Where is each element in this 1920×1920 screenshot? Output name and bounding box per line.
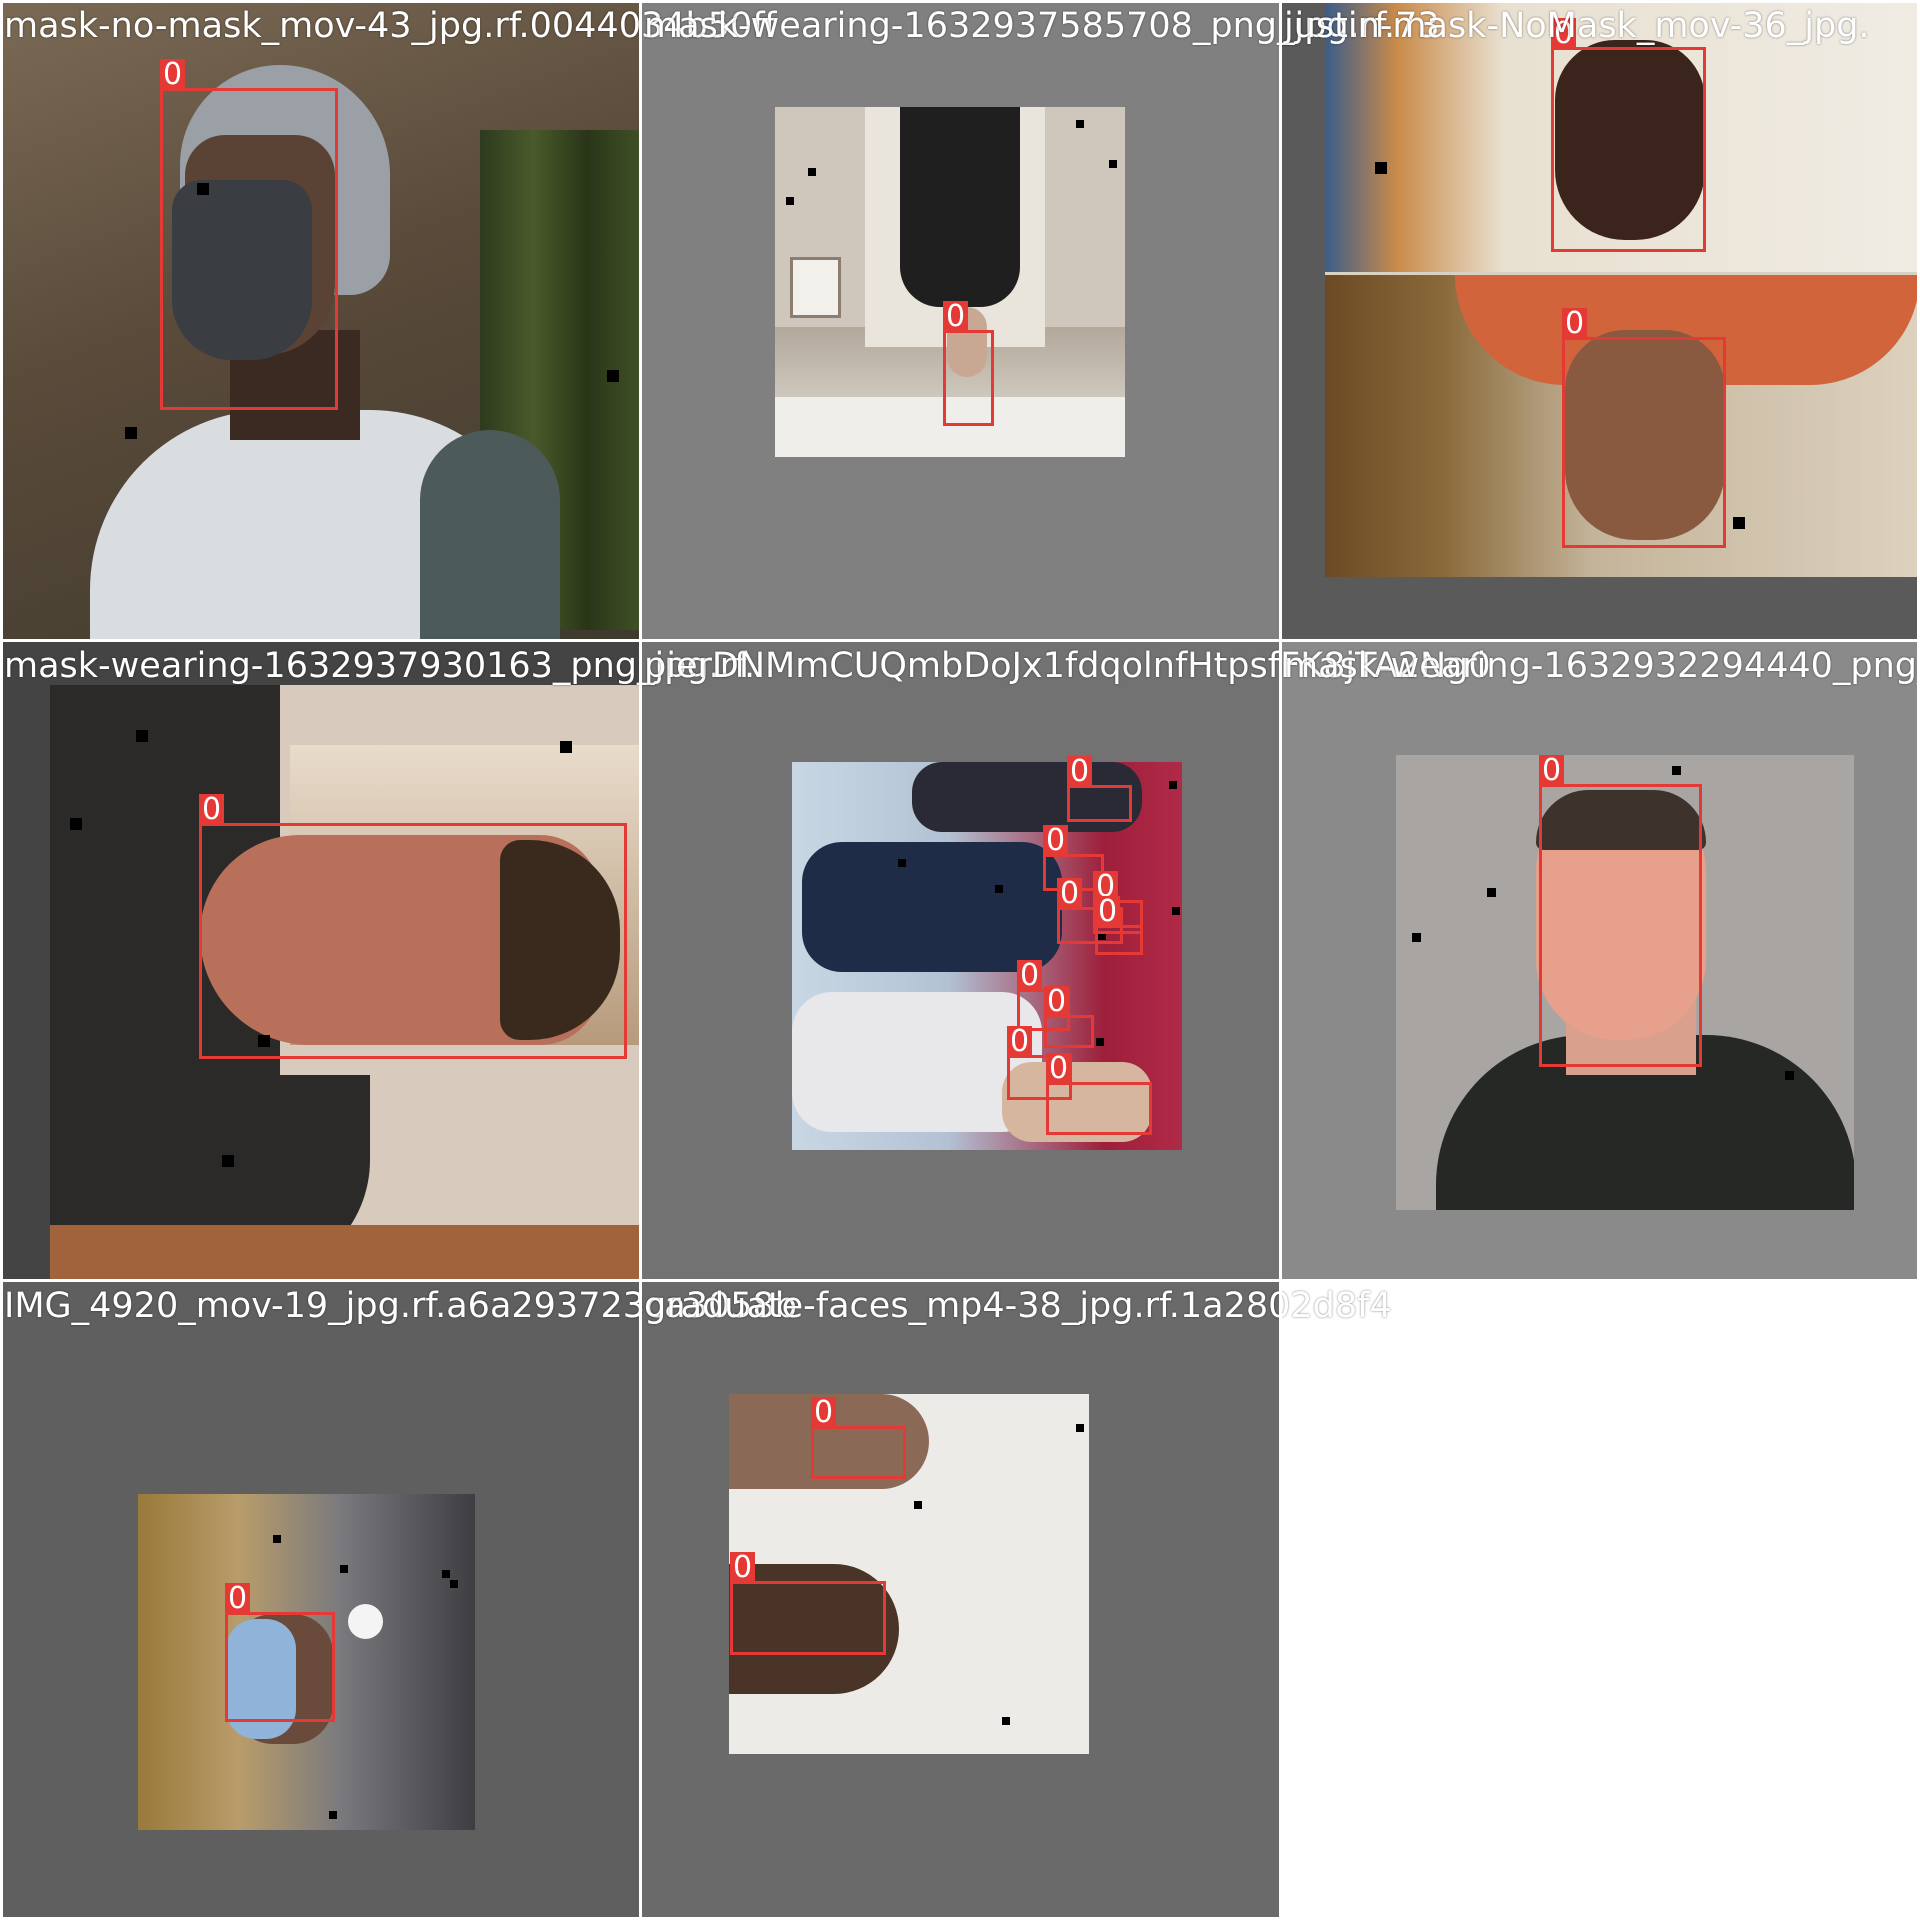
tile-6-speck [1672, 766, 1681, 775]
tile-4-speck [222, 1155, 234, 1167]
tile-6-title: mask-wearing-1632932294440_png_j [1284, 646, 1920, 686]
tile-2-frame [790, 257, 841, 318]
tile-3-bbox-1: 0 [1551, 18, 1706, 252]
tile-4-title: mask-wearing-1632937930163_png_jpg.rf. [4, 646, 756, 686]
mosaic-grid: 0 mask-no-mask_mov-43_jpg.rf.0044034b50f… [0, 0, 1920, 1920]
tile-7-speck [329, 1811, 337, 1819]
tile-1-sleeve [420, 430, 560, 640]
tile-8-bbox-1: 0 [811, 1397, 906, 1479]
tile-5-bbox-7: 0 [1044, 986, 1094, 1048]
bbox-class-label: 0 [1044, 986, 1070, 1018]
tile-7-speck [340, 1565, 348, 1573]
grid-divider [0, 639, 1920, 642]
tile-8-bbox-2: 0 [730, 1552, 886, 1655]
tile-7-light [348, 1604, 383, 1639]
tile-empty [1280, 1280, 1920, 1920]
bbox-class-label: 0 [199, 794, 225, 826]
tile-2-speck [1109, 160, 1117, 168]
tile-2: 0 mask-wearing-1632937585708_png_jpg.rf.… [640, 0, 1440, 640]
tile-3-speck [1733, 517, 1745, 529]
tile-5-speck [1169, 781, 1177, 789]
tile-1-speck [125, 427, 137, 439]
tile-5-bbox-1: 0 [1067, 756, 1132, 822]
grid-divider [639, 0, 642, 1920]
tile-7-speck [450, 1580, 458, 1588]
tile-2-bbox-1: 0 [943, 301, 994, 426]
grid-divider [0, 0, 3, 1920]
tile-4: 0 mask-wearing-1632937930163_png_jpg.rf. [0, 640, 755, 1280]
tile-3-title: justin-mask-NoMask_mov-36_jpg. [1284, 6, 1870, 46]
bbox-class-label: 0 [1095, 896, 1121, 928]
bbox-class-label: 0 [730, 1552, 756, 1584]
tile-5-bbox-5: 0 [1095, 896, 1143, 955]
bbox-class-label: 0 [811, 1397, 837, 1429]
tile-3: 0 0 justin-mask-NoMask_mov-36_jpg. [1280, 0, 1920, 640]
grid-divider [1279, 0, 1282, 1920]
bbox-class-label: 0 [1067, 756, 1093, 788]
bbox-class-label: 0 [1043, 825, 1069, 857]
tile-6-speck [1412, 933, 1421, 942]
tile-8-speck [1076, 1424, 1084, 1432]
tile-5: 0 0 0 0 0 0 0 0 0 pierDNMmCUQmbDoJx1fdqo… [640, 640, 1491, 1280]
bbox-class-label: 0 [1057, 878, 1083, 910]
tile-6: 0 mask-wearing-1632932294440_png_j [1280, 640, 1920, 1280]
tile-6-speck [1487, 888, 1496, 897]
tile-7-speck [442, 1570, 450, 1578]
bbox-class-label: 0 [1046, 1053, 1072, 1085]
tile-3-speck [1375, 162, 1387, 174]
tile-1-bbox-1: 0 [160, 59, 338, 410]
tile-4-speck [70, 818, 82, 830]
tile-5-speck [898, 859, 906, 867]
tile-2-speck [1076, 120, 1084, 128]
tile-4-bbox-1: 0 [199, 794, 627, 1059]
grid-divider [0, 1279, 1920, 1282]
tile-2-person-body [900, 107, 1020, 307]
bbox-class-label: 0 [160, 59, 186, 91]
tile-3-bbox-2: 0 [1562, 308, 1726, 548]
tile-5-bbox-9: 0 [1046, 1053, 1152, 1135]
tile-5-speck [1172, 907, 1180, 915]
tile-6-speck [1785, 1071, 1794, 1080]
tile-8-image [729, 1394, 1089, 1754]
tile-5-crowd-1 [802, 842, 1062, 972]
bbox-class-label: 0 [943, 301, 969, 333]
bbox-class-label: 0 [1017, 960, 1043, 992]
tile-8-speck [1002, 1717, 1010, 1725]
bbox-class-label: 0 [225, 1583, 251, 1615]
tile-1-speck [607, 370, 619, 382]
tile-7: 0 IMG_4920_mov-19_jpg.rf.a6a293723ca3058… [0, 1280, 797, 1920]
bbox-class-label: 0 [1007, 1026, 1033, 1058]
bbox-class-label: 0 [1539, 755, 1565, 787]
tile-4-floor [50, 1225, 640, 1280]
tile-5-speck [995, 885, 1003, 893]
tile-1: 0 mask-no-mask_mov-43_jpg.rf.0044034b50f… [0, 0, 776, 640]
tile-5-speck [1096, 1038, 1104, 1046]
tile-2-speck [808, 168, 816, 176]
grid-divider [0, 0, 1920, 3]
tile-8-speck [914, 1501, 922, 1509]
tile-2-speck [786, 197, 794, 205]
tile-4-speck [560, 741, 572, 753]
tile-7-speck [273, 1535, 281, 1543]
tile-4-speck [136, 730, 148, 742]
bbox-class-label: 0 [1562, 308, 1588, 340]
tile-8: 0 0 graduate-faces_mp4-38_jpg.rf.1a2802d… [640, 1280, 1392, 1920]
tile-7-bbox-1: 0 [225, 1583, 335, 1722]
tile-6-bbox-1: 0 [1539, 755, 1702, 1067]
